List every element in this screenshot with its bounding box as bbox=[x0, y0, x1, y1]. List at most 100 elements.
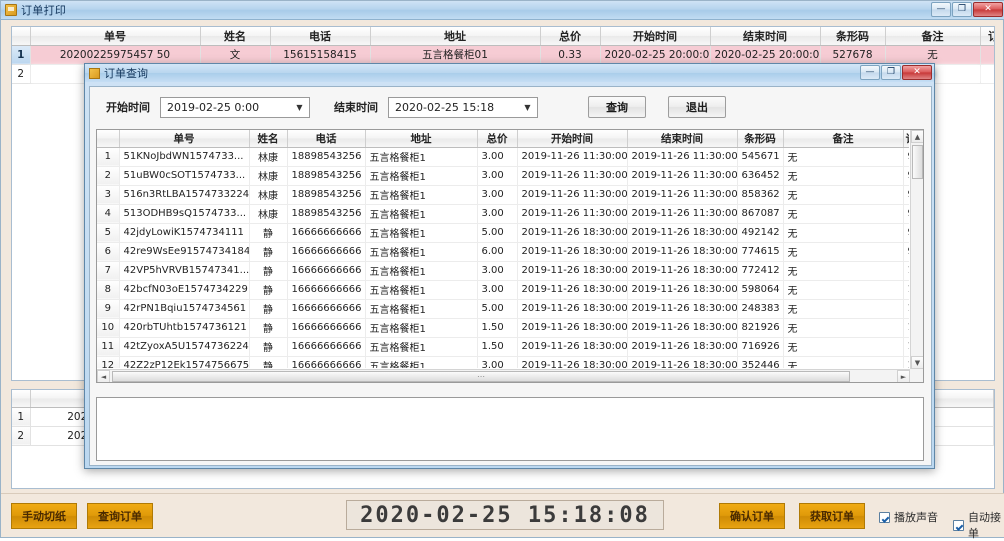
cell-order-id: 1000 bbox=[903, 261, 909, 280]
close-button[interactable]: ✕ bbox=[973, 2, 1003, 17]
row-number: 11 bbox=[97, 337, 119, 356]
end-time-value: 2020-02-25 15:18 bbox=[395, 101, 520, 114]
scrollbar-corner bbox=[910, 369, 923, 382]
vertical-scrollbar-thumb[interactable] bbox=[912, 145, 923, 179]
scroll-right-icon[interactable]: ► bbox=[897, 370, 910, 383]
table-row[interactable]: 1242Z2zP12Ek1574756675静16666666666五言格餐柜1… bbox=[97, 356, 909, 368]
col-remark[interactable]: 备注 bbox=[885, 27, 980, 45]
minimize-button[interactable]: — bbox=[931, 2, 951, 17]
dlg-col-start-time[interactable]: 开始时间 bbox=[517, 130, 627, 147]
row-number: 9 bbox=[97, 299, 119, 318]
start-time-input[interactable]: 2019-02-25 0:00 ▼ bbox=[160, 97, 310, 118]
dlg-col-total[interactable]: 总价 bbox=[477, 130, 517, 147]
col-name[interactable]: 姓名 bbox=[200, 27, 270, 45]
cell-order-id: 1003 bbox=[903, 318, 909, 337]
cell-remark: 无 bbox=[783, 166, 903, 185]
get-order-button[interactable]: 获取订单 bbox=[799, 503, 865, 529]
query-results-table[interactable]: 单号 姓名 电话 地址 总价 开始时间 结束时间 条形码 备注 订单编号 是否确 bbox=[96, 129, 924, 383]
row-number: 2 bbox=[97, 166, 119, 185]
dlg-col-order-no[interactable]: 单号 bbox=[119, 130, 249, 147]
play-sound-checkbox[interactable]: 播放声音 bbox=[879, 509, 938, 525]
query-order-button[interactable]: 查询订单 bbox=[87, 503, 153, 529]
dlg-col-end-time[interactable]: 结束时间 bbox=[627, 130, 737, 147]
cell-phone: 16666666666 bbox=[287, 318, 365, 337]
manual-cut-paper-button[interactable]: 手动切纸 bbox=[11, 503, 77, 529]
cell-start-time: 2019-11-26 11:30:00 bbox=[517, 166, 627, 185]
clock-text: 2020-02-25 15:18:08 bbox=[360, 503, 650, 528]
query-button[interactable]: 查询 bbox=[588, 96, 646, 118]
col-end-time[interactable]: 结束时间 bbox=[710, 27, 820, 45]
dlg-col-name[interactable]: 姓名 bbox=[249, 130, 287, 147]
cell-barcode: 774615 bbox=[737, 242, 783, 261]
col-order-no[interactable]: 单号 bbox=[30, 27, 200, 45]
col-total[interactable]: 总价 bbox=[540, 27, 600, 45]
cell-end-time: 2019-11-26 11:30:00 bbox=[627, 147, 737, 166]
cell-start-time: 2019-11-26 11:30:00 bbox=[517, 147, 627, 166]
maximize-button[interactable]: ❐ bbox=[952, 2, 972, 17]
exit-button[interactable]: 退出 bbox=[668, 96, 726, 118]
dlg-col-phone[interactable]: 电话 bbox=[287, 130, 365, 147]
cell-order-no: 42jdyLowiK1574734111 bbox=[119, 223, 249, 242]
table-row[interactable]: 1142tZyoxA5U1574736224静16666666666五言格餐柜1… bbox=[97, 337, 909, 356]
col-phone[interactable]: 电话 bbox=[270, 27, 370, 45]
cell-address: 五言格餐柜1 bbox=[365, 204, 477, 223]
table-row[interactable]: 642re9WsEe91574734184静16666666666五言格餐柜16… bbox=[97, 242, 909, 261]
col-barcode[interactable]: 条形码 bbox=[820, 27, 885, 45]
cell-name: 静 bbox=[249, 318, 287, 337]
dlg-col-barcode[interactable]: 条形码 bbox=[737, 130, 783, 147]
checkbox-icon[interactable] bbox=[953, 520, 964, 531]
window-controls: — ❐ ✕ bbox=[931, 2, 1003, 17]
window-title: 订单打印 bbox=[21, 2, 66, 18]
row-number: 1 bbox=[12, 407, 30, 426]
dialog-close-button[interactable]: ✕ bbox=[902, 65, 932, 80]
cell-start-time: 2020-02-25 20:00:00 bbox=[600, 45, 710, 64]
dialog-minimize-button[interactable]: — bbox=[860, 65, 880, 80]
cell-total: 3.00 bbox=[477, 147, 517, 166]
scroll-up-icon[interactable]: ▲ bbox=[911, 130, 924, 143]
cell-total: 5.00 bbox=[477, 223, 517, 242]
cell-order-no: 51uBW0cSOT1574733... bbox=[119, 166, 249, 185]
auto-accept-checkbox[interactable]: 自动接单 bbox=[953, 509, 1004, 541]
scroll-left-icon[interactable]: ◄ bbox=[97, 370, 110, 383]
table-row[interactable]: 151KNoJbdWN1574733...林康18898543256五言格餐柜1… bbox=[97, 147, 909, 166]
table-row[interactable]: 842bcfN03oE1574734229静16666666666五言格餐柜13… bbox=[97, 280, 909, 299]
table-row[interactable]: 10420rbTUhtb1574736121静16666666666五言格餐柜1… bbox=[97, 318, 909, 337]
app-icon bbox=[5, 4, 17, 16]
clock-display: 2020-02-25 15:18:08 bbox=[346, 500, 664, 530]
col-order-id[interactable]: 订单编号 bbox=[980, 27, 995, 45]
horizontal-scrollbar[interactable]: ◄ ⋯ ► bbox=[97, 369, 910, 382]
checkbox-icon[interactable] bbox=[879, 512, 890, 523]
col-address[interactable]: 地址 bbox=[370, 27, 540, 45]
table-row[interactable]: 251uBW0cSOT1574733...林康18898543256五言格餐柜1… bbox=[97, 166, 909, 185]
cell-end-time: 2019-11-26 11:30:00 bbox=[627, 166, 737, 185]
chevron-down-icon[interactable]: ▼ bbox=[520, 98, 535, 117]
end-time-input[interactable]: 2020-02-25 15:18 ▼ bbox=[388, 97, 538, 118]
chevron-down-icon[interactable]: ▼ bbox=[292, 98, 307, 117]
table-row[interactable]: 942rPN1Bqiu1574734561静16666666666五言格餐柜15… bbox=[97, 299, 909, 318]
dlg-col-address[interactable]: 地址 bbox=[365, 130, 477, 147]
confirm-order-button[interactable]: 确认订单 bbox=[719, 503, 785, 529]
dlg-col-order-id[interactable]: 订单编号 bbox=[903, 130, 909, 147]
cell-phone: 18898543256 bbox=[287, 185, 365, 204]
cell-remark: 无 bbox=[783, 261, 903, 280]
cell-address: 五言格餐柜1 bbox=[365, 166, 477, 185]
table-row[interactable]: 4513ODHB9sQ1574733...林康18898543256五言格餐柜1… bbox=[97, 204, 909, 223]
filter-bar: 开始时间 2019-02-25 0:00 ▼ 结束时间 2020-02-25 1… bbox=[90, 87, 931, 127]
scroll-down-icon[interactable]: ▼ bbox=[911, 356, 924, 369]
table-row[interactable]: 1 20200225975457 50 文 15615158415 五言格餐柜0… bbox=[12, 45, 995, 64]
cell-phone: 18898543256 bbox=[287, 166, 365, 185]
table-row[interactable]: 542jdyLowiK1574734111静16666666666五言格餐柜15… bbox=[97, 223, 909, 242]
cell-order-no: 42rPN1Bqiu1574734561 bbox=[119, 299, 249, 318]
cell-end-time: 2020-02-25 20:00:00 bbox=[710, 45, 820, 64]
cell-end-time: 2019-11-26 18:30:00 bbox=[627, 242, 737, 261]
dialog-maximize-button[interactable]: ❐ bbox=[881, 65, 901, 80]
col-start-time[interactable]: 开始时间 bbox=[600, 27, 710, 45]
horizontal-scrollbar-thumb[interactable]: ⋯ bbox=[112, 371, 850, 382]
table-row[interactable]: 3516n3RtLBA1574733224林康18898543256五言格餐柜1… bbox=[97, 185, 909, 204]
vertical-scrollbar[interactable]: ▲ ▼ bbox=[910, 130, 923, 369]
cell-phone: 16666666666 bbox=[287, 223, 365, 242]
cell-start-time: 2019-11-26 18:30:00 bbox=[517, 242, 627, 261]
cell-barcode: 821926 bbox=[737, 318, 783, 337]
table-row[interactable]: 742VP5hVRVB15747341...静16666666666五言格餐柜1… bbox=[97, 261, 909, 280]
dlg-col-remark[interactable]: 备注 bbox=[783, 130, 903, 147]
